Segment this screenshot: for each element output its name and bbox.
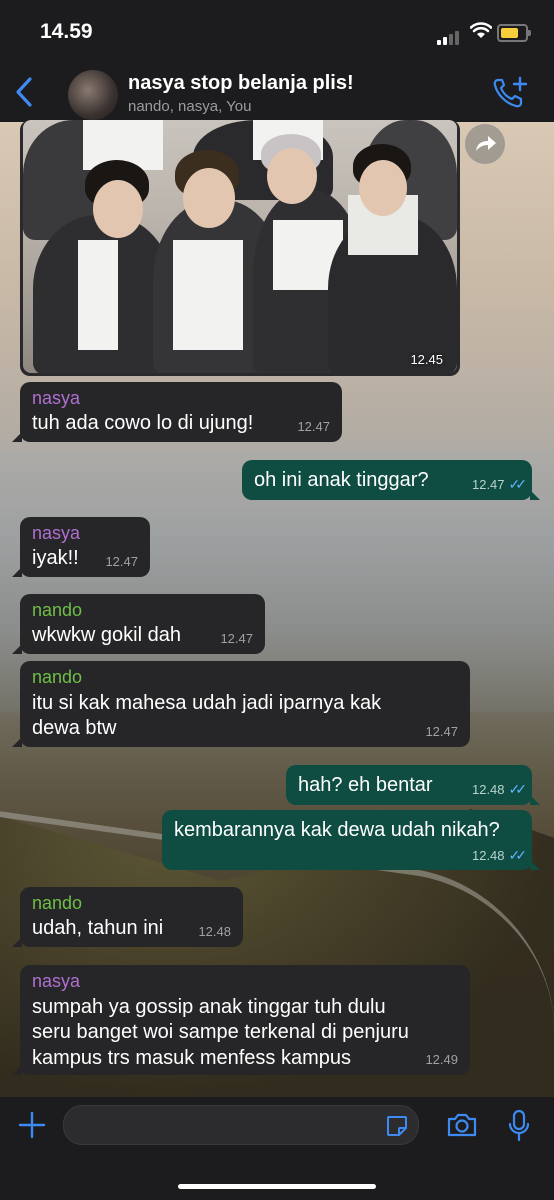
message-text: udah, tahun ini	[32, 917, 164, 939]
read-ticks-icon: ✓✓	[508, 476, 528, 492]
group-avatar[interactable]	[68, 70, 118, 120]
sender-name: nando	[32, 600, 83, 620]
message-meta: 12.47 ✓✓	[471, 476, 528, 493]
message-text: hah? eh bentar	[298, 774, 433, 796]
message-bubble[interactable]: nasya iyak!! 12.47	[12, 517, 150, 577]
signal-icon	[437, 27, 461, 45]
message-time: 12.47	[471, 477, 505, 492]
message-text: iyak!!	[32, 547, 79, 569]
message-text: seru banget woi sampe terkenal di penjur…	[32, 1021, 409, 1043]
message-text: wkwkw gokil dah	[32, 624, 181, 646]
back-chevron-icon[interactable]	[12, 76, 38, 113]
status-time: 14.59	[40, 20, 93, 43]
message-text: oh ini anak tinggar?	[254, 469, 429, 491]
image-message[interactable]: 12.45	[20, 120, 460, 376]
message-input[interactable]	[63, 1105, 419, 1145]
wifi-icon	[469, 22, 493, 44]
message-bubble[interactable]: oh ini anak tinggar? 12.47 ✓✓	[242, 460, 540, 500]
message-bubble[interactable]: nando wkwkw gokil dah 12.47	[12, 594, 265, 654]
sender-name: nando	[32, 667, 83, 687]
camera-icon[interactable]	[446, 1112, 478, 1143]
chat-title[interactable]: nasya stop belanja plis!	[128, 72, 354, 95]
message-time: 12.49	[425, 1052, 458, 1067]
mic-icon[interactable]	[507, 1109, 531, 1148]
message-bubble[interactable]: nasya sumpah ya gossip anak tinggar tuh …	[12, 965, 470, 1075]
message-meta: 12.48 ✓✓	[471, 781, 528, 798]
message-bubble[interactable]: kembarannya kak dewa udah nikah? 12.48 ✓✓	[162, 810, 540, 870]
message-text: tuh ada cowo lo di ujung!	[32, 412, 254, 434]
add-call-icon[interactable]	[492, 76, 528, 115]
message-bubble[interactable]: nando itu si kak mahesa udah jadi iparny…	[12, 661, 470, 747]
input-bar	[0, 1097, 554, 1200]
sender-name: nasya	[32, 523, 81, 543]
message-time: 12.47	[425, 724, 458, 739]
sender-name: nando	[32, 893, 83, 913]
message-meta: 12.48 ✓✓	[471, 847, 528, 864]
message-time: 12.48	[471, 782, 505, 797]
message-time: 12.48	[471, 848, 505, 863]
sender-name: nasya	[32, 388, 81, 408]
group-photo[interactable]: 12.45	[23, 120, 457, 373]
message-time: 12.48	[198, 924, 231, 939]
message-text: dewa btw	[32, 717, 117, 739]
message-bubble[interactable]: nando udah, tahun ini 12.48	[12, 887, 243, 947]
battery-icon	[497, 24, 531, 42]
read-ticks-icon: ✓✓	[508, 781, 528, 797]
sticker-icon[interactable]	[385, 1114, 409, 1143]
message-time: 12.47	[105, 554, 138, 569]
plus-icon[interactable]	[18, 1111, 46, 1144]
message-bubble[interactable]: hah? eh bentar 12.48 ✓✓	[286, 765, 540, 805]
read-ticks-icon: ✓✓	[508, 847, 528, 863]
message-text: kembarannya kak dewa udah nikah?	[174, 819, 500, 841]
message-text: kampus trs masuk menfess kampus	[32, 1047, 351, 1069]
home-indicator[interactable]	[178, 1184, 376, 1189]
message-text: itu si kak mahesa udah jadi iparnya kak	[32, 692, 382, 714]
chat-members[interactable]: nando, nasya, You	[128, 98, 251, 115]
share-icon[interactable]	[465, 124, 505, 164]
message-time: 12.47	[297, 419, 330, 434]
chat-header: nasya stop belanja plis! nando, nasya, Y…	[0, 62, 554, 122]
status-bar: 14.59	[0, 0, 554, 62]
image-timestamp: 12.45	[410, 352, 443, 367]
sender-name: nasya	[32, 971, 81, 991]
message-bubble[interactable]: nasya tuh ada cowo lo di ujung! 12.47	[12, 382, 342, 442]
message-text: sumpah ya gossip anak tinggar tuh dulu	[32, 996, 386, 1018]
message-time: 12.47	[220, 631, 253, 646]
